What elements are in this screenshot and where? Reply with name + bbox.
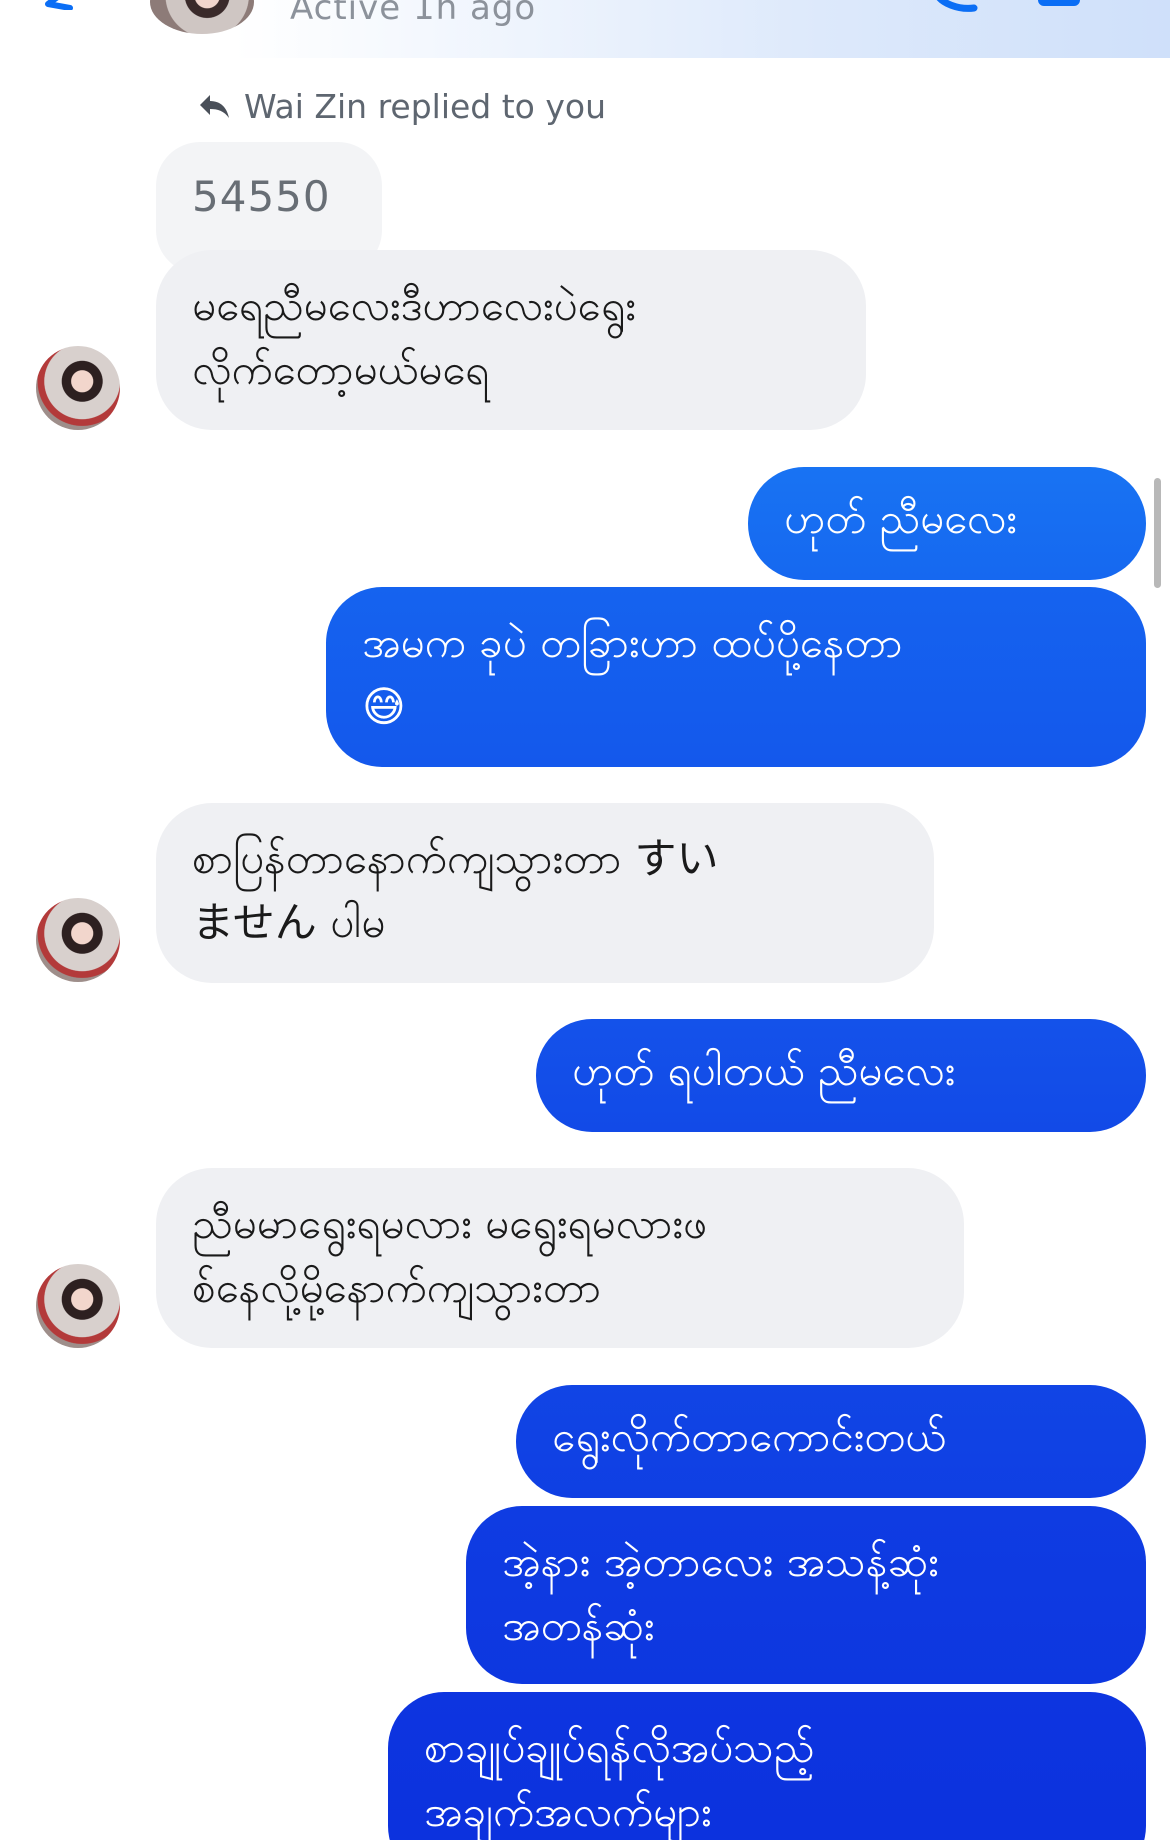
sender-avatar[interactable] xyxy=(36,346,120,430)
quoted-message-text: 54550 xyxy=(192,172,331,221)
sender-avatar[interactable] xyxy=(36,898,120,982)
messenger-chat-screen: Active 1h ago Wai Zin replied to you 545… xyxy=(0,0,1170,1840)
reply-arrow-icon xyxy=(200,95,229,118)
incoming-message-bubble[interactable]: မရေညီမလေးဒီဟာလေးပဲရွေး လိုက်တော့မယ်မရေ xyxy=(156,250,866,430)
reply-note: Wai Zin replied to you xyxy=(196,84,606,128)
chat-header: Active 1h ago xyxy=(0,0,1170,58)
outgoing-message-bubble[interactable]: အမက ခုပဲ တခြားဟာ ထပ်ပို့နေတာ 😅 xyxy=(326,587,1146,767)
incoming-message-bubble[interactable]: ညီမမာရွေးရမလား မရွေးရမလားဖ စ်နေလို့မို့န… xyxy=(156,1168,964,1348)
contact-avatar[interactable] xyxy=(150,0,254,34)
phone-icon[interactable] xyxy=(930,0,984,12)
back-arrow-icon[interactable] xyxy=(40,0,84,10)
outgoing-message-bubble[interactable]: ဟုတ် ညီမလေး xyxy=(748,467,1146,580)
sender-avatar[interactable] xyxy=(36,1264,120,1348)
video-camera-icon[interactable] xyxy=(1036,0,1092,10)
outgoing-message-bubble[interactable]: အဲ့နား အဲ့တာလေး အသန့်ဆုံး အတန်ဆုံး xyxy=(466,1506,1146,1684)
reply-note-text: Wai Zin replied to you xyxy=(244,86,607,126)
scrollbar-thumb[interactable] xyxy=(1154,478,1161,588)
incoming-message-bubble[interactable]: စာပြန်တာနောက်ကျသွားတာ すい ません ပါမ xyxy=(156,803,934,983)
active-status: Active 1h ago xyxy=(290,0,537,28)
outgoing-message-bubble[interactable]: ဟုတ် ရပါတယ် ညီမလေး xyxy=(536,1019,1146,1132)
outgoing-message-bubble[interactable]: ရွေးလိုက်တာကောင်းတယ် xyxy=(516,1385,1146,1498)
outgoing-message-bubble[interactable]: စာချုပ်ချုပ်ရန်လိုအပ်သည့် အချက်အလက်များ xyxy=(388,1692,1146,1840)
